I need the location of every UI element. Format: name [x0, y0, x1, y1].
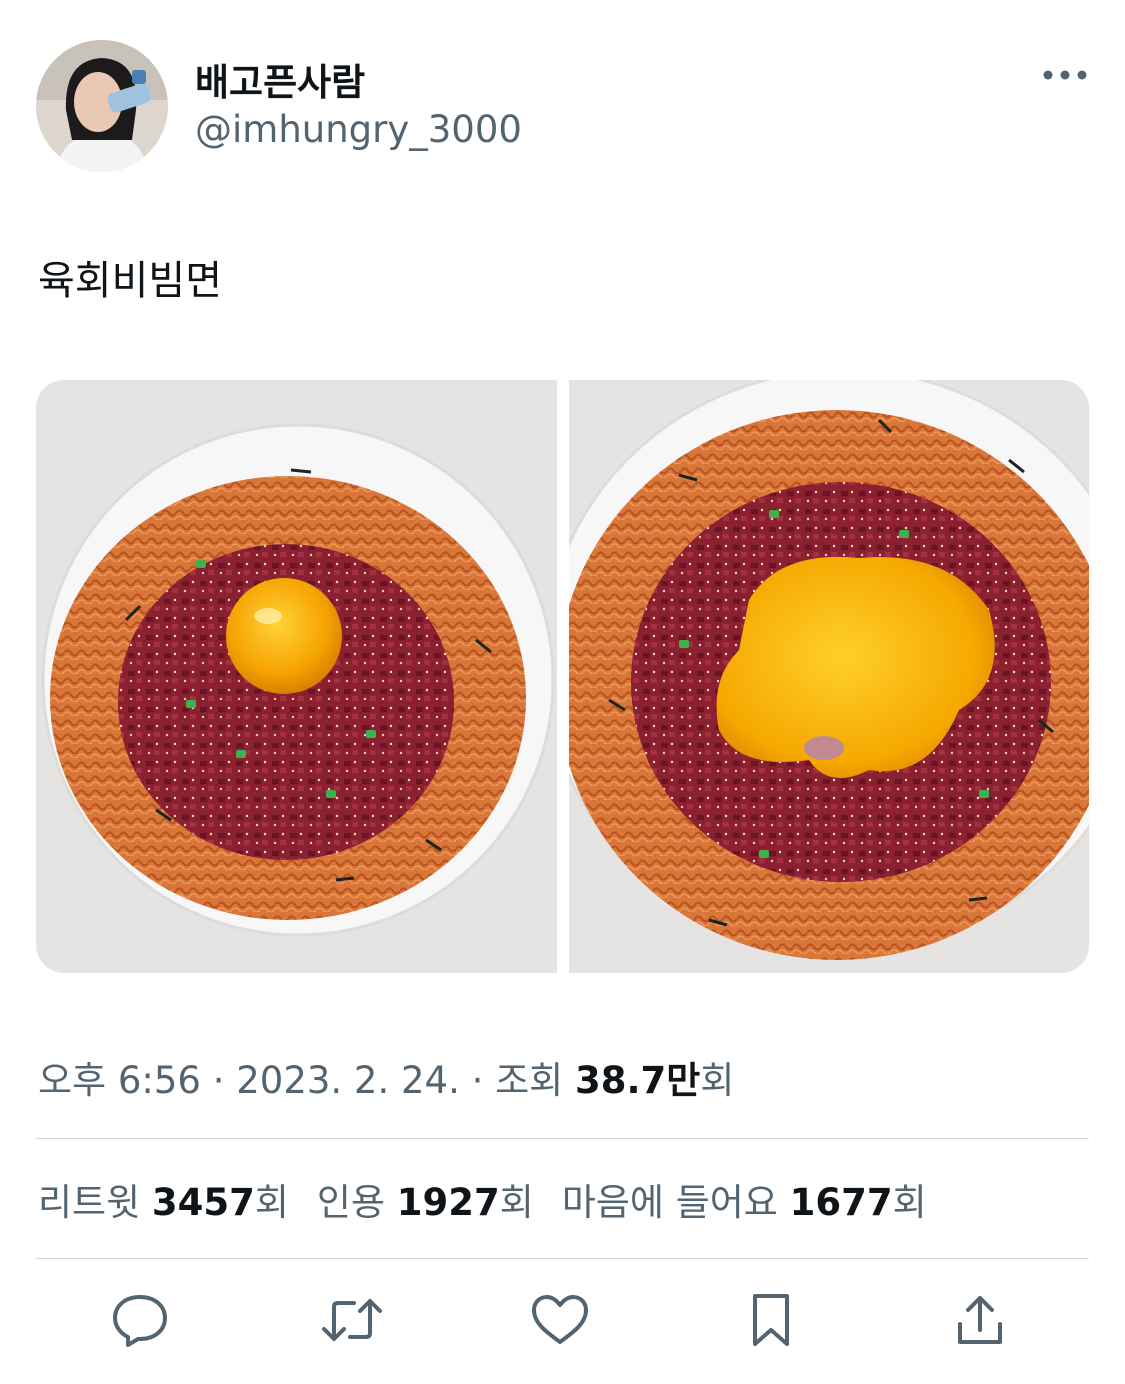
- reply-icon: [113, 1295, 167, 1347]
- meta-separator: ·: [471, 1059, 484, 1102]
- divider: [36, 1258, 1089, 1259]
- views-label: 조회: [495, 1059, 564, 1102]
- reply-button[interactable]: [108, 1290, 172, 1350]
- likes-stat[interactable]: 마음에 들어요 1677회: [562, 1172, 927, 1226]
- meta-separator: ·: [212, 1059, 225, 1102]
- photo-2[interactable]: [569, 380, 1089, 973]
- like-button[interactable]: [528, 1290, 592, 1350]
- like-icon: [532, 1295, 588, 1344]
- more-options-button[interactable]: [1035, 58, 1095, 92]
- retweets-label: 리트윗: [38, 1181, 141, 1224]
- food-photo-2: [569, 380, 1089, 973]
- media-grid: [36, 380, 1089, 973]
- tweet-meta: 오후 6:56 · 2023. 2. 24. · 조회 38.7만회: [38, 1050, 734, 1104]
- likes-label: 마음에 들어요: [561, 1181, 778, 1224]
- tweet-text: 육회비빔면: [38, 258, 222, 304]
- tweet-stats: 리트윗 3457회 인용 1927회 마음에 들어요 1677회: [38, 1172, 927, 1226]
- views-suffix: 회: [700, 1059, 735, 1102]
- author-display-name[interactable]: 배고픈사람: [195, 52, 365, 106]
- quotes-suffix: 회: [499, 1181, 534, 1224]
- likes-count: 1677: [789, 1181, 893, 1224]
- retweets-stat[interactable]: 리트윗 3457회: [38, 1172, 289, 1226]
- quotes-label: 인용: [316, 1181, 386, 1224]
- more-icon: [1043, 70, 1087, 80]
- bookmark-icon: [753, 1294, 789, 1346]
- retweets-suffix: 회: [254, 1181, 289, 1224]
- share-button[interactable]: [948, 1290, 1012, 1350]
- photo-1[interactable]: [36, 380, 557, 973]
- share-icon: [958, 1296, 1002, 1344]
- bookmark-button[interactable]: [739, 1290, 803, 1350]
- quotes-stat[interactable]: 인용 1927회: [317, 1172, 534, 1226]
- food-photo-1: [36, 380, 557, 973]
- retweets-count: 3457: [151, 1181, 255, 1224]
- quotes-count: 1927: [396, 1181, 500, 1224]
- tweet-date[interactable]: 2023. 2. 24.: [236, 1059, 460, 1102]
- likes-suffix: 회: [892, 1181, 927, 1224]
- action-bar: [0, 1290, 1125, 1350]
- author-handle[interactable]: @imhungry_3000: [195, 108, 522, 151]
- retweet-icon: [322, 1299, 382, 1341]
- views-count: 38.7만: [574, 1059, 701, 1102]
- avatar-image: [36, 40, 168, 172]
- retweet-button[interactable]: [320, 1290, 384, 1350]
- tweet-time[interactable]: 오후 6:56: [38, 1059, 201, 1102]
- avatar[interactable]: [36, 40, 168, 172]
- divider: [36, 1138, 1089, 1139]
